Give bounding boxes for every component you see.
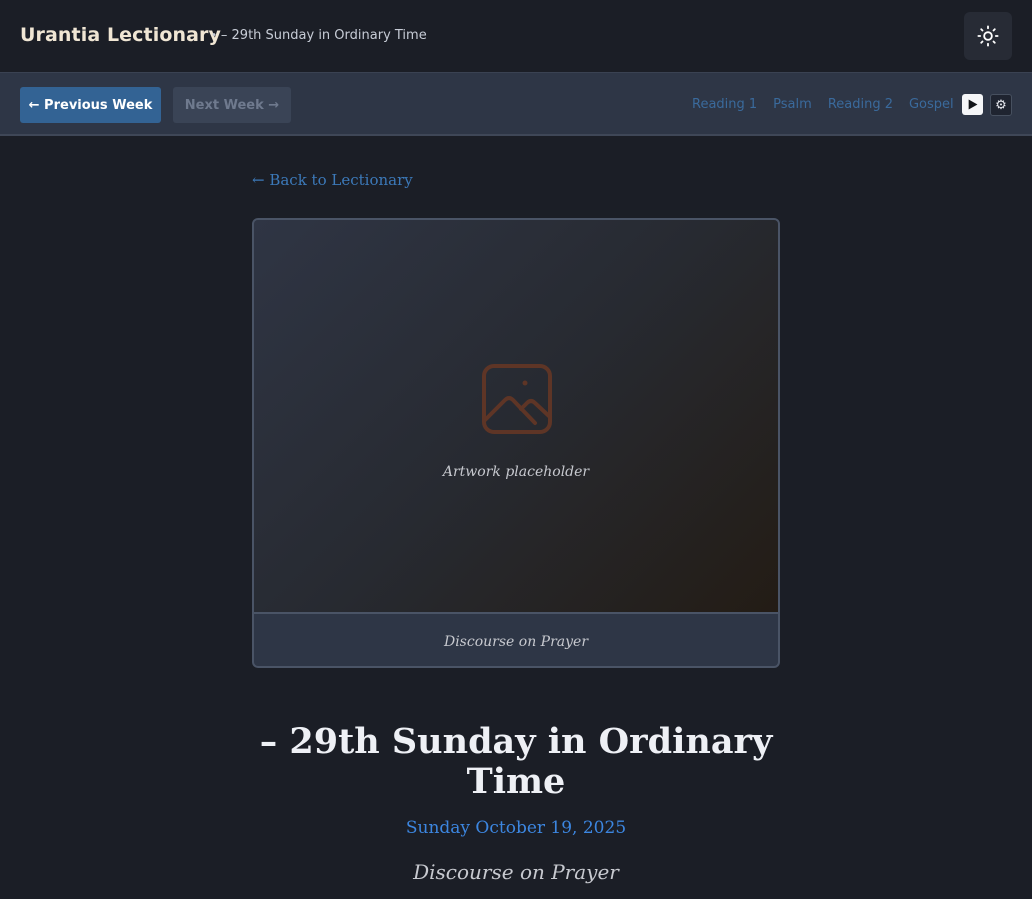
artwork-card: Artwork placeholder Discourse on Prayer [252, 218, 780, 668]
page-date: Sunday October 19, 2025 [405, 818, 627, 838]
artwork-placeholder-text: Artwork placeholder [442, 464, 590, 480]
play-icon [968, 99, 978, 110]
theme-toggle-button[interactable] [964, 12, 1012, 60]
week-navigation-bar: ← Previous Week Next Week → Reading 1 Ps… [0, 72, 1032, 136]
top-header: Urantia Lectionary • – 29th Sunday in Or… [0, 0, 1032, 72]
section-link-reading-1[interactable]: Reading 1 [692, 97, 757, 112]
gear-icon: ⚙ [995, 97, 1007, 113]
back-to-lectionary-link[interactable]: ← Back to Lectionary [252, 171, 413, 189]
breadcrumb-separator: • [211, 30, 217, 41]
section-link-psalm[interactable]: Psalm [773, 97, 812, 112]
settings-button[interactable]: ⚙ [990, 94, 1012, 116]
next-week-button[interactable]: Next Week → [173, 87, 291, 123]
app-title[interactable]: Urantia Lectionary [20, 24, 221, 46]
play-audio-button[interactable] [962, 94, 983, 115]
image-icon [482, 364, 552, 434]
page-subtitle: Discourse on Prayer [413, 860, 619, 884]
page-title: – 29th Sunday in Ordinary Time [259, 721, 773, 802]
section-link-reading-2[interactable]: Reading 2 [828, 97, 893, 112]
section-links: Reading 1 Psalm Reading 2 Gospel [692, 97, 954, 112]
section-link-gospel[interactable]: Gospel [909, 97, 954, 112]
previous-week-button[interactable]: ← Previous Week [20, 87, 161, 123]
sun-icon [977, 25, 999, 47]
breadcrumb: • – 29th Sunday in Ordinary Time [211, 28, 427, 43]
breadcrumb-current: – 29th Sunday in Ordinary Time [220, 28, 427, 43]
artwork-caption: Discourse on Prayer [443, 634, 589, 650]
artwork-frame: Artwork placeholder [254, 220, 778, 614]
